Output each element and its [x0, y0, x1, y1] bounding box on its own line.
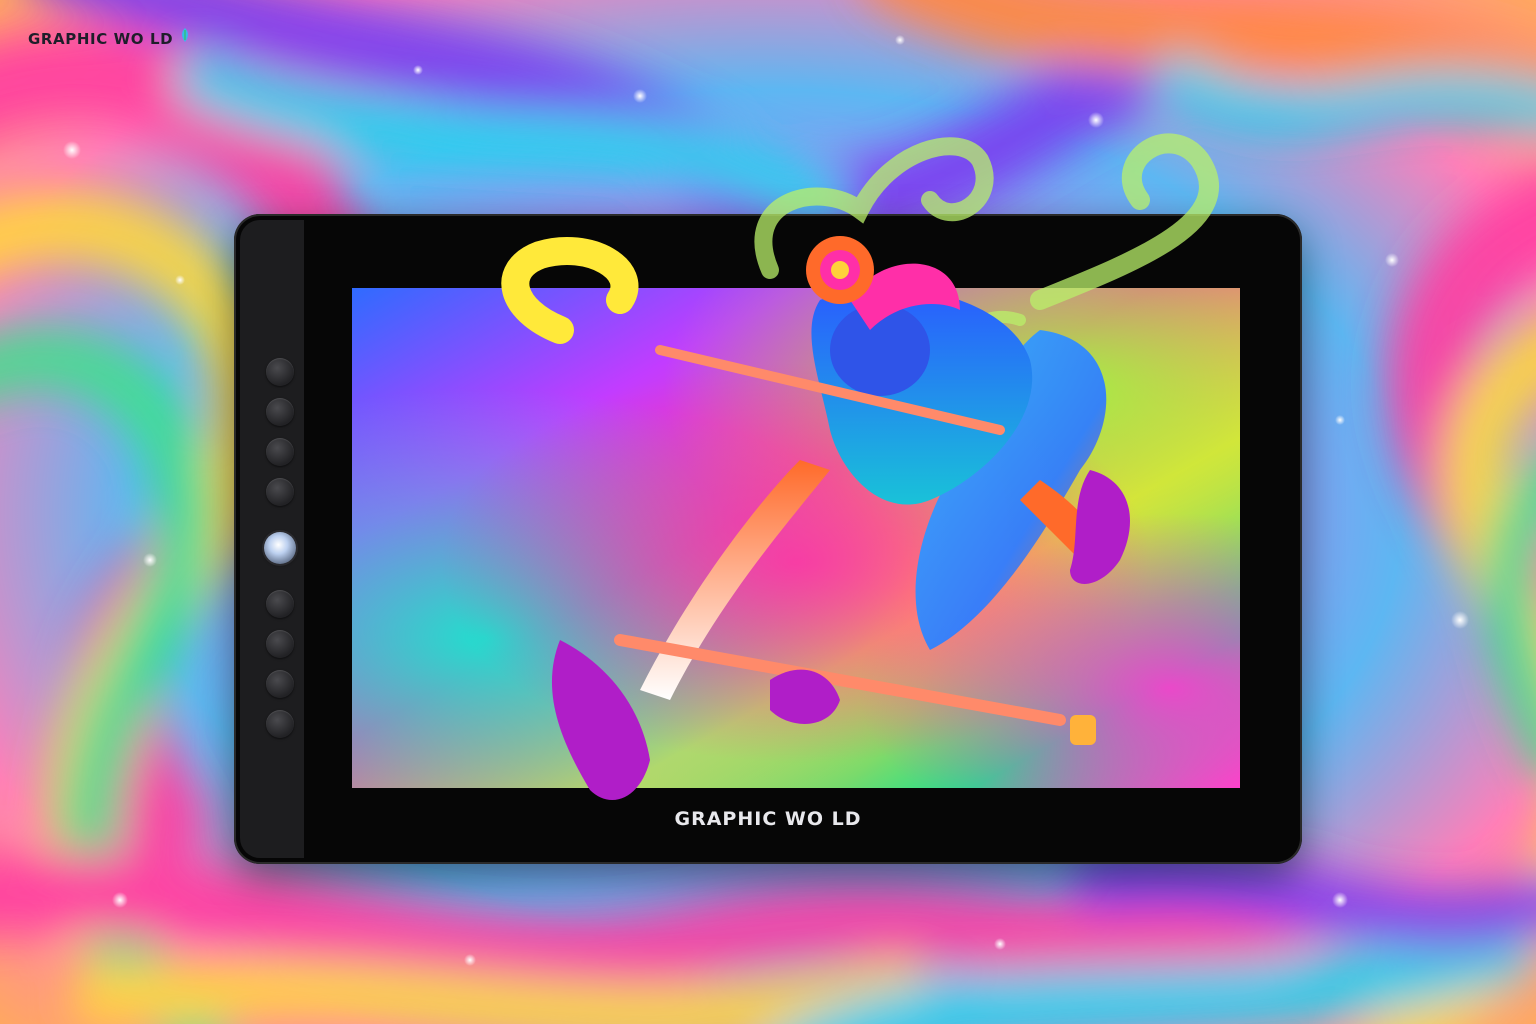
leaf-icon — [182, 28, 188, 42]
hero-stage: GRAPHIC WO LD GRAPHIC WO LD — [0, 0, 1536, 1024]
express-key-5[interactable] — [266, 590, 294, 618]
bezel-brand-logo: GRAPHIC WO LD — [234, 808, 1302, 830]
express-key-7[interactable] — [266, 670, 294, 698]
express-key-4[interactable] — [266, 478, 294, 506]
corner-brand-logo: GRAPHIC WO LD — [28, 28, 188, 48]
dial-icon[interactable] — [264, 532, 296, 564]
express-key-1[interactable] — [266, 358, 294, 386]
express-key-8[interactable] — [266, 710, 294, 738]
pen-display-tablet: GRAPHIC WO LD — [234, 214, 1302, 864]
express-key-6[interactable] — [266, 630, 294, 658]
express-key-2[interactable] — [266, 398, 294, 426]
express-key-3[interactable] — [266, 438, 294, 466]
express-key-panel — [240, 220, 304, 858]
display-screen — [352, 288, 1240, 788]
bezel-logo-text: GRAPHIC WO LD — [674, 808, 862, 830]
corner-logo-text: GRAPHIC WO LD — [28, 30, 174, 48]
